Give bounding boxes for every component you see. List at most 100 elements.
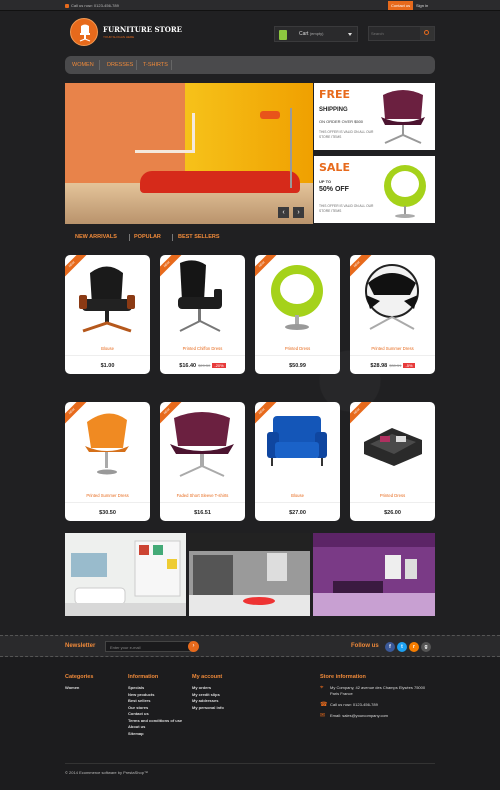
footer-heading: Categories [65,674,94,680]
product-image [79,266,135,333]
product-image [170,412,234,477]
banner-image[interactable] [313,533,435,616]
footer-divider [65,763,435,764]
newsletter-bar: Newsletter Enter your e-mail › Follow us… [0,635,500,657]
slider-prev-button[interactable]: ‹ [278,207,289,218]
product-card[interactable]: NEW Printed Summer Dress $28.98 $30.51 -5% [350,255,435,374]
product-price-row: $16.40 $20.50 -20% [160,363,245,369]
tab-divider [129,234,130,241]
product-name[interactable]: Printed Summer Dress [65,493,150,498]
product-tabs: NEW ARRIVALS POPULAR BEST SELLERS [65,232,435,244]
product-image [267,416,327,466]
product-name[interactable]: Printed Dress [350,493,435,498]
product-card[interactable]: NEW Faded Short Sleeve T-shirts $16.51 [160,402,245,521]
card-divider [350,502,435,503]
product-name[interactable]: Faded Short Sleeve T-shirts [160,493,245,498]
envelope-icon: ✉ [320,713,326,719]
product-price-row: $27.00 [255,510,340,516]
product-name[interactable]: Printed Chiffon Dress [160,346,245,351]
product-price: $30.50 [99,510,116,516]
search-box [368,26,435,41]
footer-information: Information Specials New products Best s… [128,674,183,737]
newsletter-label: Newsletter [65,643,96,649]
discount-badge: -20% [212,363,226,368]
banner-image[interactable] [65,533,186,616]
product-card[interactable]: NEW Printed Summer Dress $30.50 [65,402,150,521]
footer-account: My account My orders My credit slips My … [192,674,224,711]
product-image [365,264,419,330]
search-input[interactable] [371,28,419,39]
footer-store-info: Store information ⌖ My Company, 42 avenue… [320,674,435,724]
product-card[interactable]: NEW Printed Chiffon Dress $16.40 $20.50 -2… [160,255,245,374]
product-price: $28.98 [370,363,388,369]
nav-item-dresses[interactable]: DRESSES [107,62,133,68]
product-card[interactable]: NEW Blouse $27.00 [255,402,340,521]
product-card[interactable]: NEW Blouse $1.00 [65,255,150,374]
product-price-row: $1.00 [65,363,150,369]
promo-line: 50% OFF [319,186,349,193]
banner-image[interactable] [189,533,310,616]
search-button[interactable] [420,27,434,40]
promo-subheadline: UP TO [319,179,332,184]
promo-headline: SALE [319,161,350,174]
product-price: $16.40 [179,363,197,369]
product-name[interactable]: Printed Summer Dress [350,346,435,351]
newsletter-submit-button[interactable]: › [188,641,199,652]
contact-link[interactable]: Contact us [388,1,414,10]
product-name[interactable]: Blouse [255,493,340,498]
signin-link[interactable]: Sign in [416,3,428,8]
tab-best-sellers[interactable]: BEST SELLERS [178,234,220,240]
product-image [178,260,222,332]
slider-next-button[interactable]: › [293,207,304,218]
product-card[interactable]: NEW Printed Dress $50.99 [255,255,340,374]
product-price-row: $26.00 [350,510,435,516]
promo-sale[interactable]: SALE UP TO 50% OFF THIS OFFER IS VALID O… [314,156,435,223]
footer-link[interactable]: Women [65,685,93,692]
main-nav: WOMEN DRESSES T-SHIRTS [65,56,435,74]
product-price: $1.00 [100,363,115,369]
product-price: $26.00 [384,510,401,516]
product-name[interactable]: Printed Dress [255,346,340,351]
tab-popular[interactable]: POPULAR [134,234,161,240]
tab-divider [172,234,173,241]
phone-icon [65,3,69,8]
google-plus-icon[interactable]: g [421,642,431,652]
phone-icon: ☎ [320,702,328,708]
nav-divider [99,60,100,70]
card-divider [350,355,435,356]
product-price-row: $28.98 $30.51 -5% [350,363,435,369]
card-divider [65,355,150,356]
tab-new-arrivals[interactable]: NEW ARRIVALS [75,234,117,240]
promo-line: ON ORDER OVER $500 [319,119,364,124]
nav-item-women[interactable]: WOMEN [72,62,94,68]
promo-note: THIS OFFER IS VALID ON ALL OUR STORE ITE… [319,130,374,139]
footer-categories: Categories Women [65,674,93,692]
newsletter-email-field[interactable]: Enter your e-mail [105,641,193,652]
nav-item-tshirts[interactable]: T-SHIRTS [143,62,168,68]
shopping-bag-icon [279,30,287,40]
slide-lamp [290,108,292,188]
product-price: $16.51 [194,510,211,516]
store-email[interactable]: ✉ Email: sales@yourcompany.com [320,713,435,719]
promo-free-shipping[interactable]: FREE SHIPPING ON ORDER OVER $500 THIS OF… [314,83,435,150]
footer-link[interactable]: My personal info [192,705,224,712]
product-name[interactable]: Blouse [65,346,150,351]
product-price: $27.00 [289,510,306,516]
product-old-price: $20.50 [198,363,211,368]
rss-icon[interactable]: r [409,642,419,652]
cart-label: Cart (empty) [299,31,324,37]
promo-headline: FREE [319,88,351,101]
hero-slider[interactable]: ‹ › [65,83,313,224]
store-phone: ☎ Call us now: 0123-456-789 [320,702,378,708]
logo-tagline: YOUR SLOGAN HERE [103,35,135,39]
chair-image [381,90,425,144]
product-image [364,428,422,466]
footer-link[interactable]: Sitemap [128,731,183,738]
cart-dropdown[interactable]: Cart (empty) [274,26,358,42]
product-card[interactable]: NEW Printed Dress $26.00 [350,402,435,521]
twitter-icon[interactable]: t [397,642,407,652]
newsletter-placeholder: Enter your e-mail [110,645,141,650]
facebook-icon[interactable]: f [385,642,395,652]
slide-lamp-shade [260,111,280,119]
product-image [85,413,129,475]
